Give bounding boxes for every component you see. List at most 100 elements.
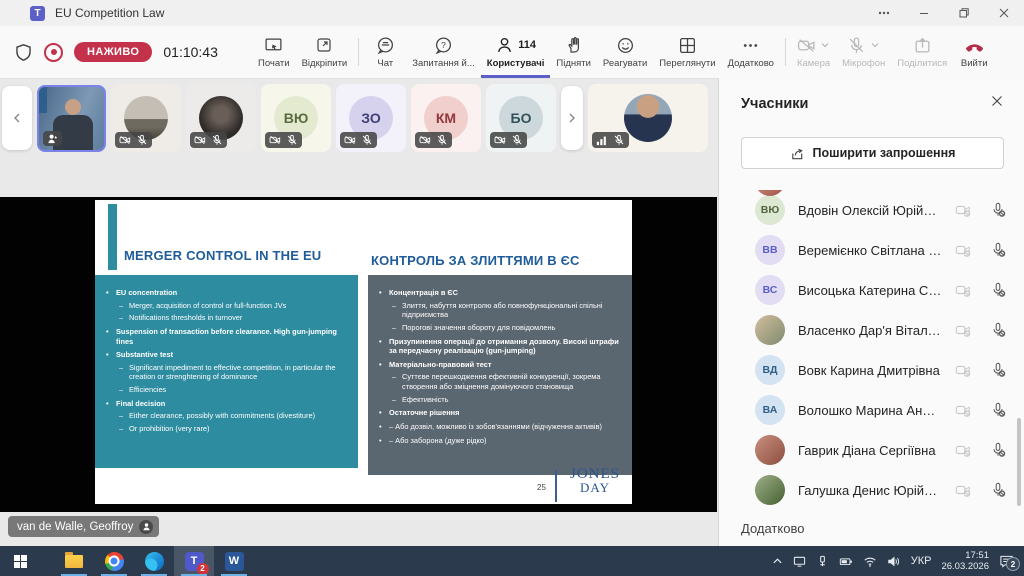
language-indicator[interactable]: УКР	[911, 555, 932, 567]
filmstrip-next-button[interactable]	[561, 86, 583, 150]
chat-button[interactable]: Чат	[364, 26, 406, 78]
chevron-left-icon	[11, 112, 23, 124]
screen-share-icon	[264, 36, 283, 55]
react-button[interactable]: Реагувати	[597, 26, 653, 78]
edge-button[interactable]	[134, 546, 174, 576]
slide-bullet: Substantive test	[105, 350, 348, 360]
participant-avatar: ВС	[755, 275, 785, 305]
participant-avatar: ВД	[755, 355, 785, 385]
volume-icon[interactable]	[887, 555, 901, 568]
video-tile-initials[interactable]: ЗО	[336, 84, 406, 152]
video-tile-avatar[interactable]	[186, 84, 256, 152]
close-icon	[990, 94, 1004, 108]
tray-usb-icon[interactable]	[816, 555, 829, 568]
presenter-name: van de Walle, Geoffroy	[17, 521, 133, 533]
logo-divider	[555, 470, 557, 502]
toolbar-divider	[785, 38, 786, 66]
slide-bullet: Призупинення операції до отримання дозво…	[378, 337, 622, 356]
more-section-label[interactable]: Додатково	[741, 521, 804, 536]
camera-off-icon	[119, 134, 131, 146]
mic-off-icon	[990, 202, 1006, 218]
video-tile-initials[interactable]: КМ	[411, 84, 481, 152]
filmstrip-prev-button[interactable]	[2, 86, 32, 150]
leave-button[interactable]: Вийти	[953, 26, 995, 78]
more-dots-icon	[741, 36, 760, 55]
teams-taskbar-button[interactable]: T 2	[174, 546, 214, 576]
slide-bullet: Порогові значення обороту для повідомлен…	[391, 323, 622, 333]
teams-notification-badge: 2	[197, 563, 209, 575]
people-icon	[495, 36, 514, 55]
participant-row[interactable]: Власенко Дар'я Віталіївна	[719, 310, 1024, 350]
camera-off-icon	[419, 134, 431, 146]
popout-icon	[315, 36, 333, 54]
slide-bullet: – Або заборона (дуже рідко)	[378, 436, 622, 446]
window-minimize-button[interactable]	[904, 0, 944, 26]
windows-logo-icon	[14, 555, 27, 568]
action-center-badge: 2	[1006, 557, 1020, 571]
video-tile-speaker[interactable]	[588, 84, 708, 152]
start-button[interactable]	[0, 546, 40, 576]
avatar-photo	[624, 94, 672, 142]
tile-name-strip	[39, 87, 47, 113]
start-share-button[interactable]: Почати	[252, 26, 296, 78]
more-options-button[interactable]: Додатково	[722, 26, 780, 78]
view-button[interactable]: Переглянути	[653, 26, 721, 78]
shield-icon[interactable]	[14, 43, 33, 62]
word-button[interactable]: W	[214, 546, 254, 576]
raise-hand-button[interactable]: Підняти	[550, 26, 597, 78]
participant-row[interactable]: Галушка Денис Юрійович	[719, 470, 1024, 510]
video-tile-presenter[interactable]	[37, 85, 106, 152]
participant-avatar: ВА	[755, 395, 785, 425]
video-filmstrip: ВЮ ЗО КМ БО	[2, 82, 716, 154]
file-explorer-button[interactable]	[54, 546, 94, 576]
camera-off-icon	[955, 442, 971, 458]
participant-row[interactable]: Гаврик Діана Сергіївна	[719, 430, 1024, 470]
taskbar-clock[interactable]: 17:51 26.03.2026	[941, 550, 989, 573]
participant-name: Власенко Дар'я Віталіївна	[798, 323, 942, 338]
ellipsis-icon	[877, 6, 891, 20]
window-close-button[interactable]	[984, 0, 1024, 26]
participant-row[interactable]: ВА Волошко Марина Анатоліївна	[719, 390, 1024, 430]
slide-bullet: Злиття, набуття контролю або повнофункці…	[391, 301, 622, 320]
recording-indicator-icon	[44, 43, 63, 62]
toolbar-divider	[358, 38, 359, 66]
participant-row[interactable]: ВС Висоцька Катерина Сергіївна	[719, 270, 1024, 310]
tray-display-icon[interactable]	[793, 555, 806, 568]
window-more-button[interactable]	[864, 0, 904, 26]
chevron-down-icon[interactable]	[820, 40, 830, 50]
camera-off-icon	[269, 134, 281, 146]
video-tile-avatar[interactable]	[111, 84, 181, 152]
share-button[interactable]: Поділитися	[891, 26, 953, 78]
slide-accent-bar	[108, 204, 117, 270]
tray-battery-icon[interactable]	[839, 555, 853, 568]
participant-row[interactable]: ВВ Веремієнко Світлана Вікторів...	[719, 230, 1024, 270]
jones-day-logo: JONES DAY	[563, 468, 627, 494]
participant-row[interactable]: ВЮ Вдовін Олексій Юрійович	[719, 190, 1024, 230]
tray-expand-icon[interactable]	[772, 556, 783, 567]
unpin-button[interactable]: Відкріпити	[296, 26, 354, 78]
teams-app-icon: T	[30, 6, 45, 21]
share-invite-button[interactable]: Поширити запрошення	[741, 137, 1004, 169]
share-invite-icon	[790, 146, 805, 161]
video-tile-initials[interactable]: ВЮ	[261, 84, 331, 152]
panel-scrollbar[interactable]	[1017, 418, 1021, 506]
mic-button[interactable]: Мікрофон	[836, 26, 891, 78]
slide-title-en: MERGER CONTROL IN THE EU	[124, 248, 321, 263]
camera-button[interactable]: Камера	[791, 26, 836, 78]
slide-right-column: Концентрація в ЄС Злиття, набуття контро…	[368, 275, 632, 475]
smiley-icon	[616, 36, 635, 55]
participant-row[interactable]: ВД Вовк Карина Дмитрівна	[719, 350, 1024, 390]
chrome-button[interactable]	[94, 546, 134, 576]
live-badge: НАЖИВО	[74, 42, 152, 62]
panel-close-button[interactable]	[990, 94, 1004, 113]
video-tile-initials[interactable]: БО	[486, 84, 556, 152]
chevron-down-icon[interactable]	[870, 40, 880, 50]
participants-button[interactable]: 114 Користувачі	[481, 26, 551, 78]
wifi-icon[interactable]	[863, 555, 877, 568]
slide-bullet: Merger, acquisition of control or full-f…	[118, 301, 348, 311]
qa-button[interactable]: ? Запитання й...	[406, 26, 481, 78]
folder-icon	[65, 555, 83, 568]
action-center-button[interactable]: 2	[999, 554, 1014, 568]
window-restore-button[interactable]	[944, 0, 984, 26]
presenter-name-label: van de Walle, Geoffroy	[8, 516, 159, 537]
